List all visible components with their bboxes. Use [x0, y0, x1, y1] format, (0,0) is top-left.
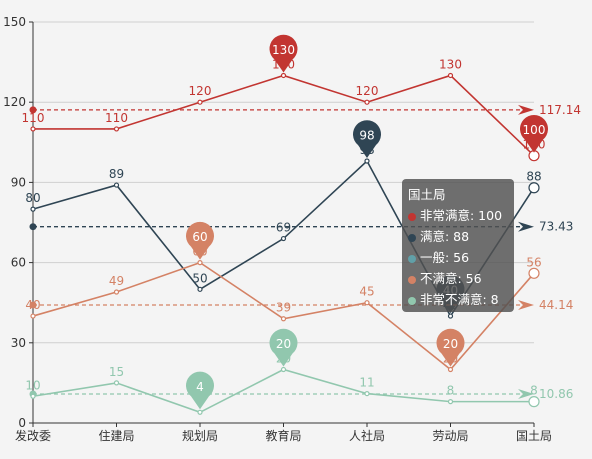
data-point: [30, 313, 36, 319]
data-point: [280, 72, 287, 79]
y-tick-label: 30: [11, 336, 26, 350]
legend-dot-icon: [408, 233, 416, 242]
data-point: [30, 206, 36, 212]
legend-dot-icon: [408, 275, 416, 284]
tooltip: 国土局 非常满意: 100 满意: 88 一般: 56 不满意: 56 非常不满…: [402, 179, 514, 312]
tooltip-row: 不满意: 56: [408, 268, 508, 289]
data-point: [447, 72, 454, 79]
data-label: 89: [109, 167, 124, 181]
y-tick-label: 0: [18, 416, 26, 430]
data-point: [447, 313, 454, 319]
pin-label: 60: [192, 230, 207, 244]
legend-dot-icon: [408, 254, 416, 263]
average-value-label: 117.14: [539, 103, 581, 117]
y-tick-label: 60: [11, 256, 26, 270]
x-tick-label: 国土局: [516, 429, 552, 443]
data-point: [364, 390, 370, 397]
data-point: [30, 126, 36, 132]
data-label: 8: [447, 384, 455, 398]
data-label: 110: [105, 111, 128, 125]
data-point: [197, 409, 203, 415]
data-point: [364, 158, 370, 164]
data-label: 8: [530, 384, 538, 398]
x-tick-label: 劳动局: [432, 429, 468, 443]
data-label: 80: [25, 191, 40, 205]
data-point: [528, 396, 540, 408]
data-point: [113, 380, 120, 386]
legend-dot-icon: [408, 296, 416, 305]
data-label: 10: [25, 378, 40, 392]
pin-label: 130: [272, 43, 295, 57]
data-label: 88: [526, 170, 541, 184]
data-point: [280, 366, 287, 373]
data-label: 120: [356, 84, 379, 98]
y-tick-label: 150: [3, 15, 26, 29]
average-arrow-icon: [518, 221, 534, 232]
data-point: [528, 267, 540, 279]
data-point: [364, 300, 370, 306]
pin-label: 98: [359, 129, 374, 143]
data-point: [280, 316, 287, 322]
data-point: [113, 182, 120, 188]
data-label: 120: [189, 84, 212, 98]
y-tick-label: 90: [11, 175, 26, 189]
max-pin-marker: 60: [186, 221, 215, 260]
data-label: 45: [359, 285, 374, 299]
average-arrow-icon: [518, 104, 534, 115]
data-label: 130: [439, 57, 462, 71]
data-label: 56: [526, 255, 541, 269]
data-point: [113, 126, 120, 132]
average-value-label: 73.43: [539, 220, 573, 234]
data-point: [447, 366, 454, 373]
y-tick-label: 120: [3, 95, 26, 109]
pin-label: 20: [443, 337, 458, 351]
data-point: [528, 182, 540, 194]
x-tick-label: 教育局: [265, 428, 301, 443]
max-pin-marker: 4: [186, 371, 215, 410]
tooltip-row: 非常满意: 100: [408, 205, 508, 226]
data-point: [113, 289, 120, 295]
x-tick-label: 住建局: [98, 429, 134, 443]
data-point: [364, 99, 370, 105]
data-point: [280, 235, 287, 242]
pin-label: 4: [196, 380, 204, 394]
tooltip-title: 国土局: [408, 187, 446, 202]
data-label: 50: [192, 271, 207, 285]
tooltip-row: 一般: 56: [408, 247, 508, 268]
data-point: [197, 99, 203, 105]
data-label: 15: [109, 365, 124, 379]
max-pin-marker: 98: [353, 120, 381, 159]
data-label: 11: [359, 376, 374, 390]
x-tick-label: 规划局: [182, 428, 218, 443]
average-value-label: 10.86: [539, 387, 573, 401]
data-label: 69: [276, 221, 291, 235]
data-point: [30, 393, 36, 399]
pin-label: 100: [523, 123, 546, 137]
x-tick-label: 人社局: [349, 428, 385, 443]
average-value-label: 44.14: [539, 298, 573, 312]
tooltip-row: 非常不满意: 8: [408, 289, 508, 310]
max-pin-marker: 20: [269, 328, 298, 367]
data-label: 110: [22, 111, 45, 125]
tooltip-row: 满意: 88: [408, 226, 508, 247]
average-arrow-icon: [518, 299, 534, 310]
data-label: 39: [276, 301, 291, 315]
x-tick-label: 发改委: [15, 428, 51, 443]
legend-dot-icon: [408, 212, 416, 221]
pin-label: 20: [276, 337, 291, 351]
data-point: [197, 260, 203, 266]
data-point: [197, 286, 203, 292]
data-label: 40: [25, 298, 40, 312]
chart-container: 0 30 60 90 120 150 发改委 住建局 规划局 教育局 人社局 劳动局 国土局 117.14…: [0, 0, 592, 455]
data-point: [447, 399, 454, 405]
data-label: 49: [109, 274, 124, 288]
